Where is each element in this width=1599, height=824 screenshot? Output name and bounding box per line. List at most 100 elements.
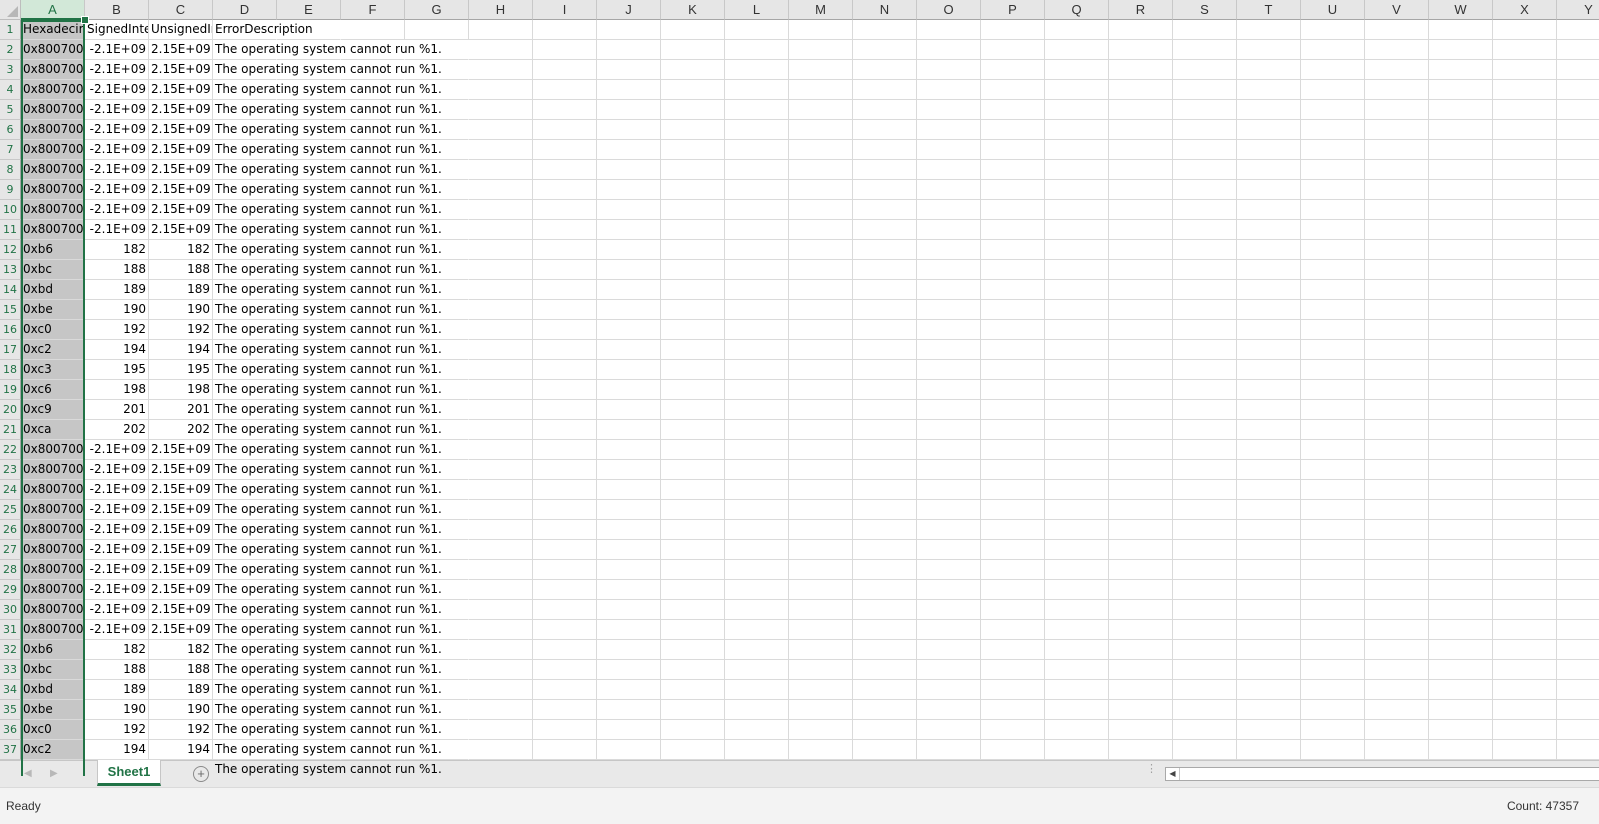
- cell-p[interactable]: [981, 460, 1045, 480]
- cell-n[interactable]: [853, 180, 917, 200]
- cell-v[interactable]: [1365, 40, 1429, 60]
- cell-c[interactable]: 192: [149, 720, 213, 740]
- cell-q[interactable]: [1045, 500, 1109, 520]
- cell-w[interactable]: [1429, 380, 1493, 400]
- cell-i[interactable]: [533, 700, 597, 720]
- cell-x[interactable]: [1493, 480, 1557, 500]
- cell-w[interactable]: [1429, 240, 1493, 260]
- cell-p[interactable]: [981, 220, 1045, 240]
- cell-k[interactable]: [661, 500, 725, 520]
- cell-y[interactable]: [1557, 620, 1599, 640]
- row-header[interactable]: 7: [0, 140, 21, 160]
- cell-h[interactable]: [469, 620, 533, 640]
- cell-w[interactable]: [1429, 580, 1493, 600]
- cell-l[interactable]: [725, 520, 789, 540]
- cell-o[interactable]: [917, 740, 981, 760]
- cell-b[interactable]: -2.1E+09: [85, 620, 149, 640]
- cell-x[interactable]: [1493, 160, 1557, 180]
- cell-y[interactable]: [1557, 580, 1599, 600]
- cell-x[interactable]: [1493, 360, 1557, 380]
- column-header-w[interactable]: W: [1429, 0, 1493, 20]
- cell-y[interactable]: [1557, 720, 1599, 740]
- cell-u[interactable]: [1301, 140, 1365, 160]
- scrollbar-splitter-icon[interactable]: ⋮: [1146, 764, 1157, 775]
- cell-j[interactable]: [597, 660, 661, 680]
- cell-j[interactable]: [597, 480, 661, 500]
- cell-r[interactable]: [1109, 280, 1173, 300]
- cell-n[interactable]: [853, 420, 917, 440]
- cell-w[interactable]: [1429, 480, 1493, 500]
- row-header[interactable]: 32: [0, 640, 21, 660]
- cell-o[interactable]: [917, 500, 981, 520]
- cell-y[interactable]: [1557, 20, 1599, 40]
- cell-p[interactable]: [981, 640, 1045, 660]
- cell-q[interactable]: [1045, 600, 1109, 620]
- cell-t[interactable]: [1237, 620, 1301, 640]
- cell-y[interactable]: [1557, 240, 1599, 260]
- cell-c[interactable]: 194: [149, 740, 213, 760]
- cell-r[interactable]: [1109, 580, 1173, 600]
- cell-o[interactable]: [917, 300, 981, 320]
- cell-s[interactable]: [1173, 240, 1237, 260]
- cell-a[interactable]: 0xc0: [21, 720, 85, 740]
- cell-u[interactable]: [1301, 320, 1365, 340]
- cell-x[interactable]: [1493, 460, 1557, 480]
- cell-r[interactable]: [1109, 260, 1173, 280]
- cell-n[interactable]: [853, 480, 917, 500]
- cell-a[interactable]: 0xbd: [21, 280, 85, 300]
- cell-k[interactable]: [661, 140, 725, 160]
- cell-w[interactable]: [1429, 500, 1493, 520]
- cell-a[interactable]: 0x800700b: [21, 100, 85, 120]
- cell-m[interactable]: [789, 20, 853, 40]
- cell-q[interactable]: [1045, 40, 1109, 60]
- cell-d[interactable]: The operating system cannot run %1.: [213, 460, 442, 480]
- cell-b[interactable]: -2.1E+09: [85, 460, 149, 480]
- cell-h[interactable]: [469, 720, 533, 740]
- cell-x[interactable]: [1493, 100, 1557, 120]
- cell-r[interactable]: [1109, 140, 1173, 160]
- cell-l[interactable]: [725, 400, 789, 420]
- cell-m[interactable]: [789, 620, 853, 640]
- cell-q[interactable]: [1045, 280, 1109, 300]
- cell-w[interactable]: [1429, 740, 1493, 760]
- cell-s[interactable]: [1173, 40, 1237, 60]
- cell-j[interactable]: [597, 180, 661, 200]
- cell-h[interactable]: [469, 240, 533, 260]
- cell-q[interactable]: [1045, 160, 1109, 180]
- cell-s[interactable]: [1173, 400, 1237, 420]
- cell-p[interactable]: [981, 20, 1045, 40]
- cell-u[interactable]: [1301, 280, 1365, 300]
- cell-p[interactable]: [981, 580, 1045, 600]
- cell-f[interactable]: [341, 20, 405, 40]
- cell-x[interactable]: [1493, 400, 1557, 420]
- cell-v[interactable]: [1365, 340, 1429, 360]
- cell-j[interactable]: [597, 100, 661, 120]
- cell-v[interactable]: [1365, 80, 1429, 100]
- cell-w[interactable]: [1429, 600, 1493, 620]
- cell-x[interactable]: [1493, 500, 1557, 520]
- cell-k[interactable]: [661, 540, 725, 560]
- cell-a[interactable]: 0xca: [21, 420, 85, 440]
- cell-w[interactable]: [1429, 340, 1493, 360]
- cell-i[interactable]: [533, 720, 597, 740]
- cell-r[interactable]: [1109, 460, 1173, 480]
- cell-m[interactable]: [789, 80, 853, 100]
- cell-h[interactable]: [469, 580, 533, 600]
- cell-u[interactable]: [1301, 20, 1365, 40]
- cell-a[interactable]: 0x800700b: [21, 440, 85, 460]
- cell-x[interactable]: [1493, 720, 1557, 740]
- row-header[interactable]: 19: [0, 380, 21, 400]
- cell-m[interactable]: [789, 660, 853, 680]
- cell-u[interactable]: [1301, 80, 1365, 100]
- cell-q[interactable]: [1045, 100, 1109, 120]
- cell-y[interactable]: [1557, 120, 1599, 140]
- cell-c[interactable]: 192: [149, 320, 213, 340]
- cell-y[interactable]: [1557, 160, 1599, 180]
- cell-q[interactable]: [1045, 340, 1109, 360]
- cell-o[interactable]: [917, 520, 981, 540]
- cell-m[interactable]: [789, 460, 853, 480]
- row-header[interactable]: 13: [0, 260, 21, 280]
- cell-l[interactable]: [725, 460, 789, 480]
- cell-s[interactable]: [1173, 500, 1237, 520]
- cell-w[interactable]: [1429, 540, 1493, 560]
